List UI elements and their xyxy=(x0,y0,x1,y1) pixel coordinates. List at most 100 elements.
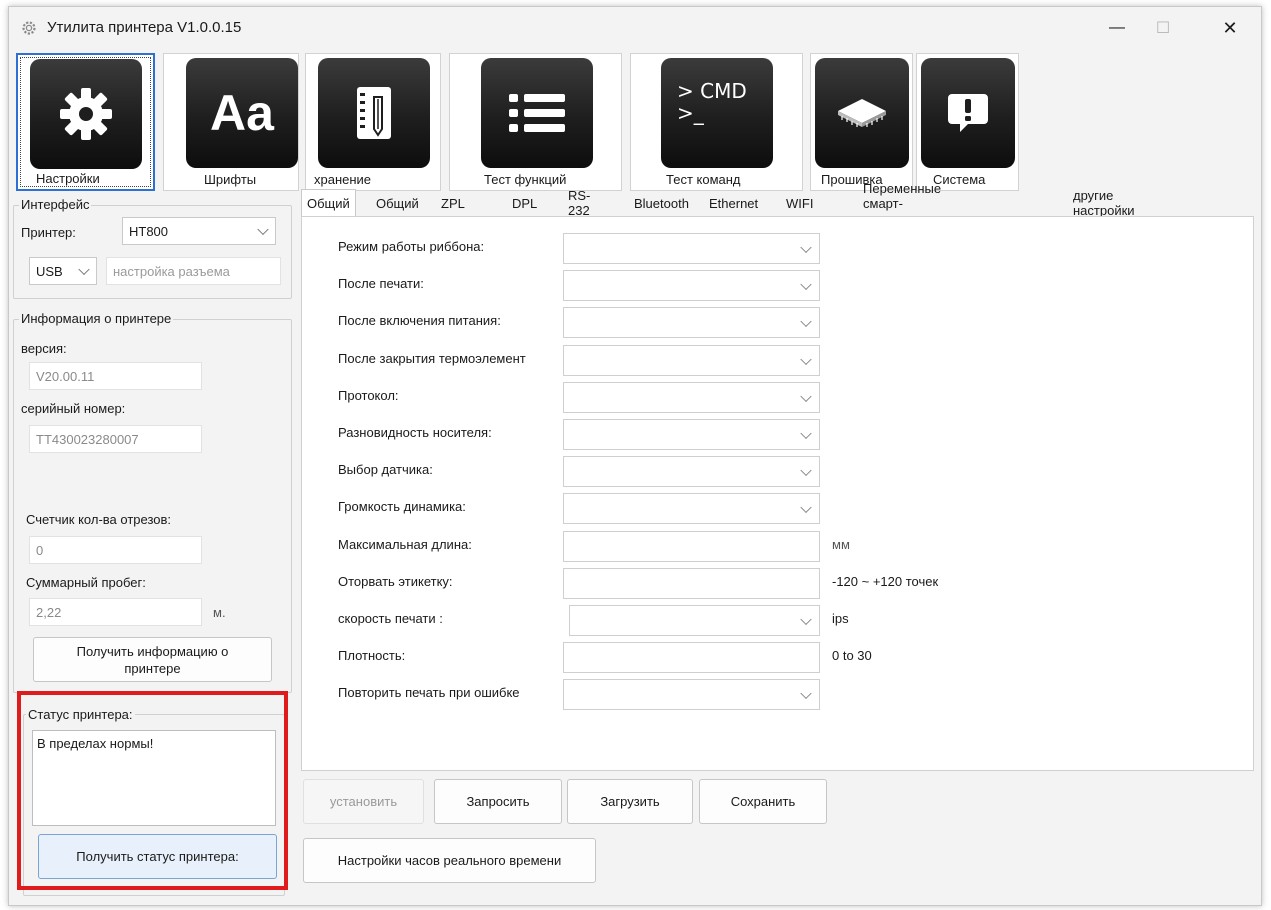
tab-bluetooth[interactable]: Bluetooth xyxy=(629,191,694,215)
toolbar-settings-button[interactable]: Настройки xyxy=(16,53,155,191)
setting-unit: -120 ~ +120 точек xyxy=(832,574,939,589)
printer-label: Принтер: xyxy=(21,225,76,240)
tab-general-1[interactable]: Общий xyxy=(301,189,356,217)
setting-select[interactable] xyxy=(563,419,820,450)
printer-model-select[interactable]: HT800 xyxy=(122,217,276,245)
chevron-down-icon xyxy=(257,223,269,236)
printer-model-value: HT800 xyxy=(129,223,169,239)
gear-icon xyxy=(30,59,142,169)
status-highlight-box xyxy=(17,691,288,890)
toolbar-label: Тест функций xyxy=(484,172,567,187)
setting-unit: ips xyxy=(832,611,849,626)
setting-label: Максимальная длина: xyxy=(338,537,472,552)
setting-select[interactable] xyxy=(563,382,820,413)
alert-icon xyxy=(921,58,1015,168)
setting-select[interactable] xyxy=(563,307,820,338)
setting-label: Выбор датчика: xyxy=(338,462,433,477)
setting-label: Оторвать этикетку: xyxy=(338,574,453,589)
setting-label: Протокол: xyxy=(338,388,399,403)
setting-select[interactable] xyxy=(563,270,820,301)
mileage-unit: м. xyxy=(213,605,226,620)
setting-select[interactable] xyxy=(563,493,820,524)
chevron-down-icon xyxy=(800,353,812,365)
tab-ethernet[interactable]: Ethernet xyxy=(704,191,763,215)
setting-unit: мм xyxy=(832,537,850,552)
chevron-down-icon xyxy=(800,315,812,327)
chevron-down-icon xyxy=(800,501,812,513)
chevron-down-icon xyxy=(800,464,812,476)
toolbar-label: Настройки xyxy=(36,171,100,186)
setting-input[interactable] xyxy=(563,531,820,562)
font-icon: Aa xyxy=(186,58,298,168)
tab-zpl[interactable]: ZPL xyxy=(436,191,470,215)
rtc-settings-button[interactable]: Настройки часов реального времени xyxy=(303,838,596,883)
tab-dpl[interactable]: DPL xyxy=(507,191,542,215)
storage-notebook-icon xyxy=(318,58,430,168)
setting-select[interactable] xyxy=(563,679,820,710)
setting-select[interactable] xyxy=(563,456,820,487)
setting-unit: 0 to 30 xyxy=(832,648,872,663)
chevron-down-icon xyxy=(800,278,812,290)
port-select[interactable]: USB xyxy=(29,257,97,285)
setting-select[interactable] xyxy=(569,605,820,636)
maximize-button[interactable]: ☐ xyxy=(1140,13,1186,43)
tab-other-settings[interactable]: другие настройки xyxy=(1068,188,1140,218)
chip-icon xyxy=(815,58,909,168)
chevron-down-icon xyxy=(800,390,812,402)
chevron-down-icon xyxy=(800,241,812,253)
tab-rs232[interactable]: RS-232 xyxy=(563,188,595,218)
cut-counter-label: Счетчик кол-ва отрезов: xyxy=(26,512,172,527)
setting-label: После печати: xyxy=(338,276,424,291)
get-printer-info-button[interactable]: Получить информацию о принтере xyxy=(33,637,272,682)
interface-group-title: Интерфейс xyxy=(19,197,92,212)
mileage-field: 2,22 xyxy=(29,598,202,626)
setting-label: Разновидность носителя: xyxy=(338,425,492,440)
tab-wifi[interactable]: WIFI xyxy=(781,191,818,215)
list-icon xyxy=(481,58,593,168)
chevron-down-icon xyxy=(800,427,812,439)
app-gear-icon xyxy=(22,21,36,35)
mileage-label: Суммарный пробег: xyxy=(26,575,146,590)
setting-input[interactable] xyxy=(563,568,820,599)
toolbar-system-button[interactable]: Система xyxy=(916,53,1019,191)
printer-info-group-title: Информация о принтере xyxy=(19,311,174,326)
setting-input[interactable] xyxy=(563,642,820,673)
title-bar: Утилита принтера V1.0.0.15 — ☐ ✕ xyxy=(9,7,1261,47)
query-button[interactable]: Запросить xyxy=(434,779,562,824)
setting-select[interactable] xyxy=(563,345,820,376)
chevron-down-icon xyxy=(78,263,90,276)
toolbar-label: хранение xyxy=(314,172,372,187)
toolbar-firmware-button[interactable]: Прошивка xyxy=(810,53,913,191)
cmd-icon: > CMD >_ xyxy=(661,58,773,168)
window-title: Утилита принтера V1.0.0.15 xyxy=(47,19,242,36)
setting-label: Режим работы риббона: xyxy=(338,239,485,254)
load-button[interactable]: Загрузить xyxy=(567,779,693,824)
toolbar-function-test-button[interactable]: Тест функций xyxy=(449,53,622,191)
setting-select[interactable] xyxy=(563,233,820,264)
serial-label: серийный номер: xyxy=(21,401,126,416)
serial-field: TT430023280007 xyxy=(29,425,202,453)
setting-label: скорость печати : xyxy=(338,611,443,626)
setting-label: Громкость динамика: xyxy=(338,499,466,514)
toolbar-storage-button[interactable]: хранение xyxy=(305,53,441,191)
toolbar-fonts-button[interactable]: Aa Шрифты xyxy=(163,53,299,191)
minimize-button[interactable]: — xyxy=(1094,13,1140,43)
toolbar-label: Шрифты xyxy=(204,172,257,187)
tab-general-2[interactable]: Общий xyxy=(371,191,424,215)
save-button[interactable]: Сохранить xyxy=(699,779,827,824)
close-button[interactable]: ✕ xyxy=(1207,13,1253,43)
setting-label: Повторить печать при ошибке xyxy=(338,685,520,700)
setting-label: Плотность: xyxy=(338,648,406,663)
toolbar-command-test-button[interactable]: > CMD >_ Тест команд xyxy=(630,53,803,191)
version-field: V20.00.11 xyxy=(29,362,202,390)
toolbar-label: Тест команд xyxy=(666,172,741,187)
chevron-down-icon xyxy=(800,687,812,699)
setting-label: После включения питания: xyxy=(338,313,501,328)
tab-smart-print-variables[interactable]: Переменные смарт-печати xyxy=(858,181,946,226)
set-button[interactable]: установить xyxy=(303,779,424,824)
port-value: USB xyxy=(36,263,63,279)
setting-label: После закрытия термоэлемент xyxy=(338,351,526,366)
settings-panel: Режим работы риббона: После печати: После … xyxy=(301,216,1254,771)
chevron-down-icon xyxy=(800,613,812,625)
port-settings-button[interactable]: настройка разъема xyxy=(106,257,281,285)
